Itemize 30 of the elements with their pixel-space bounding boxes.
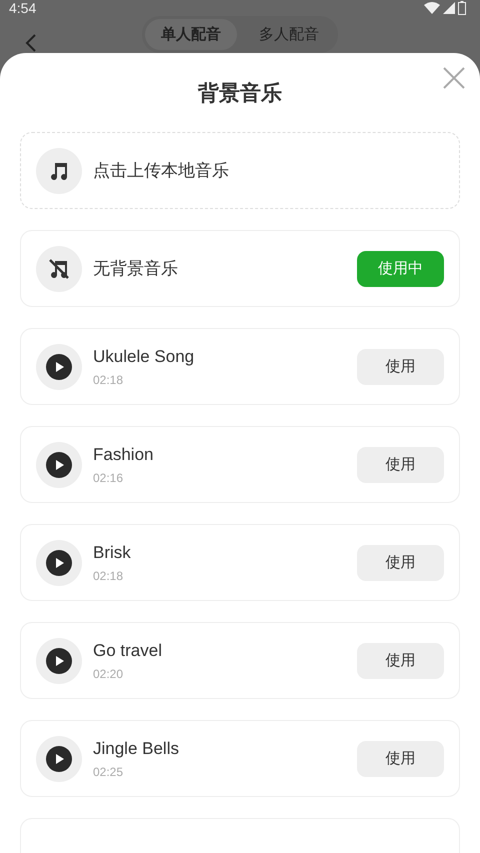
play-icon[interactable] — [46, 452, 72, 478]
track-duration: 02:25 — [93, 764, 124, 778]
use-button[interactable]: 使用 — [357, 446, 444, 482]
battery-icon — [458, 1, 466, 15]
track-title: Go travel — [93, 640, 163, 660]
play-icon[interactable] — [46, 354, 72, 380]
upload-area[interactable]: 点击上传本地音乐 — [20, 132, 460, 209]
sheet-title: 背景音乐 — [198, 80, 282, 107]
track-title: 无背景音乐 — [93, 258, 179, 280]
track-title: Ukulele Song — [93, 346, 196, 366]
use-button[interactable]: 使用 — [357, 642, 444, 678]
back-icon[interactable] — [24, 33, 38, 53]
track-title: Jingle Bells — [93, 738, 180, 758]
use-button[interactable]: 使用 — [357, 348, 444, 384]
wifi-icon — [424, 2, 440, 14]
play-icon[interactable] — [46, 746, 72, 772]
play-icon[interactable] — [46, 550, 72, 576]
use-button[interactable]: 使用 — [357, 740, 444, 776]
use-button[interactable]: 使用 — [357, 544, 444, 580]
track-duration: 02:16 — [93, 470, 124, 484]
no-music-icon — [48, 258, 70, 280]
track-title: Fashion — [93, 444, 154, 464]
track-duration: 02:18 — [93, 372, 124, 386]
track-duration: 02:18 — [93, 568, 124, 582]
play-icon[interactable] — [46, 648, 72, 674]
status-time: 4:54 — [9, 0, 36, 16]
track-duration: 02:20 — [93, 666, 124, 680]
signal-icon — [443, 2, 455, 14]
track-title: Brisk — [93, 542, 132, 562]
upload-label: 点击上传本地音乐 — [93, 160, 229, 182]
